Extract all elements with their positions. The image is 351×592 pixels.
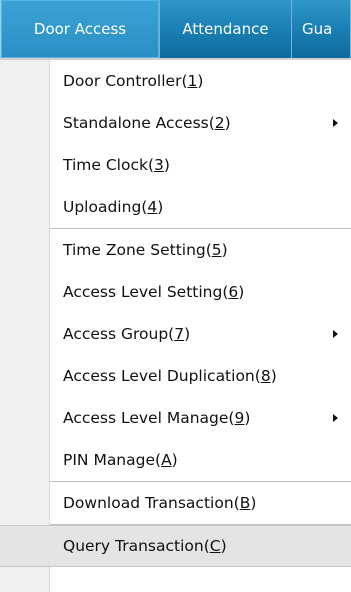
menu-item-pin-manage[interactable]: PIN Manage(A) (0, 439, 351, 481)
menu-list: Door Controller(1) Standalone Access(2) Ti… (0, 60, 351, 567)
menu-item-label-close: ) (250, 494, 257, 512)
menu-item-door-controller[interactable]: Door Controller(1) (0, 60, 351, 102)
menu-item-shortcut-key: 6 (228, 283, 239, 301)
menu-guard-label: Gua (302, 20, 333, 38)
menu-item-time-clock[interactable]: Time Clock(3) (0, 144, 351, 186)
menu-item-label-close: ) (221, 241, 228, 259)
menu-item-shortcut-key: C (209, 537, 221, 555)
menu-item-label-close: ) (224, 114, 231, 132)
menu-item-label-close: ) (220, 537, 227, 555)
menu-item-shortcut-key: 5 (211, 241, 222, 259)
menu-item-label: Query Transaction( (63, 537, 210, 555)
menu-item-label: Uploading( (63, 198, 148, 216)
menu-item-access-level-setting[interactable]: Access Level Setting(6) (0, 271, 351, 313)
menu-item-shortcut-key: 1 (187, 72, 198, 90)
top-menu-bar: Door Access Attendance Gua (0, 0, 351, 58)
menu-item-label-close: ) (171, 451, 178, 469)
menu-item-shortcut-key: 8 (260, 367, 271, 385)
menu-item-shortcut-key: 2 (214, 114, 225, 132)
menu-item-shortcut-key: A (161, 451, 172, 469)
door-access-dropdown: Door Controller(1) Standalone Access(2) Ti… (0, 58, 351, 592)
menu-item-label: Time Zone Setting( (63, 241, 212, 259)
menu-item-label: Standalone Access( (63, 114, 215, 132)
menu-item-label: Access Group( (63, 325, 175, 343)
menu-item-label-close: ) (270, 367, 277, 385)
menu-item-time-zone-setting[interactable]: Time Zone Setting(5) (0, 229, 351, 271)
menu-door-access-label: Door Access (33, 20, 127, 38)
menu-item-shortcut-key: B (239, 494, 251, 512)
menu-item-label: PIN Manage( (63, 451, 162, 469)
menu-item-access-group[interactable]: Access Group(7) (0, 313, 351, 355)
menu-item-shortcut-key: 4 (147, 198, 158, 216)
menu-item-uploading[interactable]: Uploading(4) (0, 186, 351, 228)
menu-item-label-close: ) (197, 72, 204, 90)
menu-item-shortcut-key: 3 (154, 156, 164, 174)
menu-item-standalone-access[interactable]: Standalone Access(2) (0, 102, 351, 144)
menu-item-label: Door Controller( (63, 72, 188, 90)
menu-item-shortcut-key: 7 (174, 325, 185, 343)
menu-item-label-close: ) (244, 409, 251, 427)
menu-item-query-transaction[interactable]: Query Transaction(C) (0, 525, 351, 567)
submenu-arrow-icon (333, 119, 338, 127)
menu-item-label-close: ) (238, 283, 245, 301)
menu-item-label: Access Level Manage( (63, 409, 235, 427)
menu-item-label: Time Clock( (63, 156, 155, 174)
menu-item-shortcut-key: 9 (234, 409, 245, 427)
menu-item-access-level-duplication[interactable]: Access Level Duplication(8) (0, 355, 351, 397)
menu-item-label: Access Level Duplication( (63, 367, 261, 385)
menu-item-download-transaction[interactable]: Download Transaction(B) (0, 482, 351, 524)
menu-item-access-level-manage[interactable]: Access Level Manage(9) (0, 397, 351, 439)
menu-door-access[interactable]: Door Access (0, 0, 160, 58)
submenu-arrow-icon (333, 330, 338, 338)
menu-item-label-close: ) (184, 325, 191, 343)
submenu-arrow-icon (333, 414, 338, 422)
menu-attendance[interactable]: Attendance (160, 0, 292, 58)
menu-attendance-label: Attendance (182, 20, 269, 38)
menu-item-label-close: ) (157, 198, 164, 216)
menu-item-label: Download Transaction( (63, 494, 240, 512)
menu-guard[interactable]: Gua (292, 0, 351, 58)
menu-item-label-close: ) (163, 156, 170, 174)
menu-item-label: Access Level Setting( (63, 283, 229, 301)
